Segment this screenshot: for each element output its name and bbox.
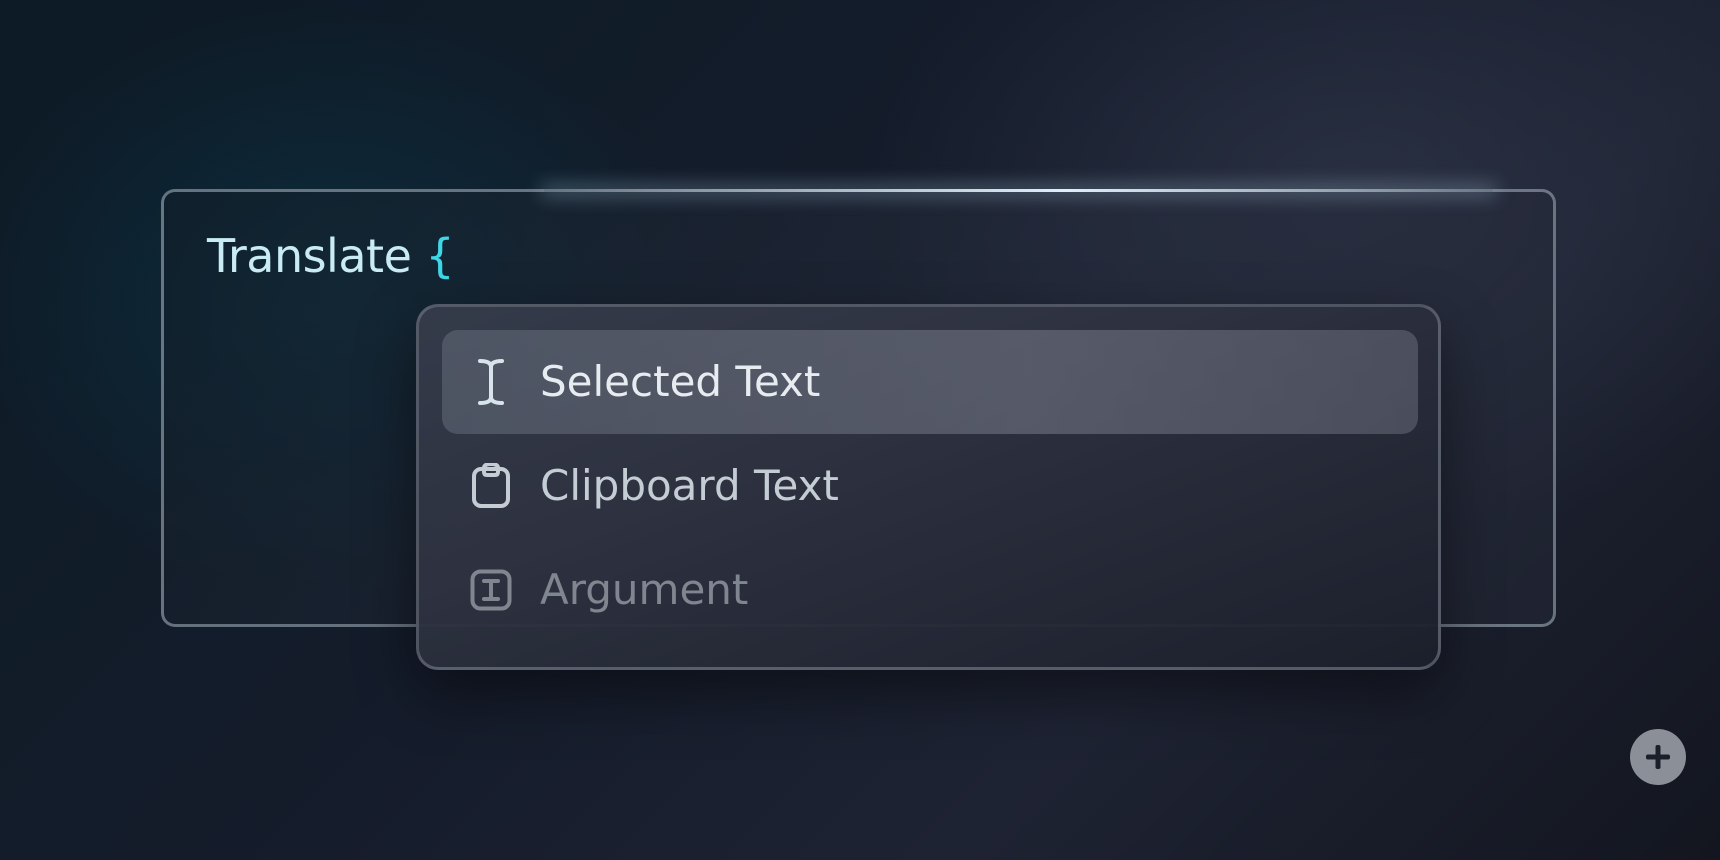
add-button[interactable] [1630, 729, 1686, 785]
clipboard-icon [470, 461, 512, 511]
prompt-word: Translate [207, 229, 412, 283]
menu-item-clipboard-text[interactable]: Clipboard Text [442, 434, 1418, 538]
editor-focus-glow [544, 189, 1493, 192]
plus-icon [1646, 745, 1670, 769]
menu-item-argument[interactable]: Argument [442, 538, 1418, 642]
argument-icon [470, 565, 512, 615]
menu-item-label: Argument [540, 565, 749, 614]
menu-item-label: Clipboard Text [540, 461, 839, 510]
placeholder-menu: Selected Text Clipboard Text Argument [416, 304, 1441, 670]
prompt-text[interactable]: Translate{ [207, 233, 455, 279]
text-cursor-icon [470, 357, 512, 407]
menu-item-label: Selected Text [540, 357, 821, 406]
placeholder-brace: { [425, 229, 455, 283]
menu-item-selected-text[interactable]: Selected Text [442, 330, 1418, 434]
